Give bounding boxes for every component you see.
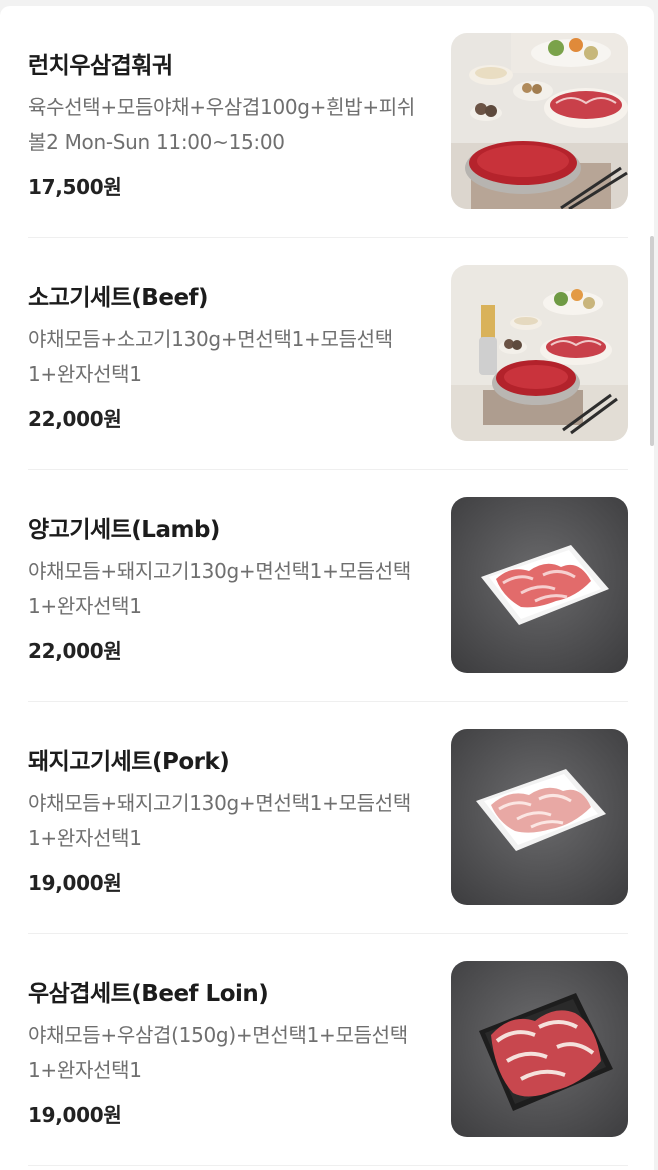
menu-item-description: 육수선택+모듬야채+우삼겹100g+흰밥+피쉬볼2 Mon-Sun 11:00~…: [28, 95, 416, 154]
lamb-slices-plate-photo[interactable]: [451, 497, 628, 673]
scrollbar[interactable]: [650, 236, 654, 446]
menu-item-price: 17,500원: [28, 175, 122, 199]
beef-hotpot-set-photo[interactable]: [451, 265, 628, 441]
menu-item-title: 양고기세트(Lamb): [28, 517, 220, 543]
beef-loin-slices-photo[interactable]: [451, 961, 628, 1137]
menu-item-price: 22,000원: [28, 407, 122, 431]
menu-card: 런치우삼겹훠궈 육수선택+모듬야채+우삼겹100g+흰밥+피쉬볼2 Mon-Su…: [0, 6, 654, 1170]
menu-item-pork-set[interactable]: 돼지고기세트(Pork) 야채모듬+돼지고기130g+면선택1+모듬선택1+완자…: [28, 702, 628, 934]
menu-item-beef-set[interactable]: 소고기세트(Beef) 야채모듬+소고기130g+면선택1+모듬선택1+완자선택…: [28, 238, 628, 470]
menu-item-description: 야채모듬+소고기130g+면선택1+모듬선택1+완자선택1: [28, 327, 393, 386]
pork-slices-plate-photo[interactable]: [451, 729, 628, 905]
menu-item-title: 소고기세트(Beef): [28, 285, 209, 311]
menu-page: 런치우삼겹훠궈 육수선택+모듬야채+우삼겹100g+흰밥+피쉬볼2 Mon-Su…: [0, 0, 658, 1170]
menu-item-description: 야채모듬+돼지고기130g+면선택1+모듬선택1+완자선택1: [28, 791, 411, 850]
menu-item-description: 야채모듬+우삼겹(150g)+면선택1+모듬선택1+완자선택1: [28, 1023, 408, 1082]
menu-item-price: 19,000원: [28, 871, 122, 895]
menu-item-title: 우삼겹세트(Beef Loin): [28, 981, 269, 1007]
menu-item-title: 돼지고기세트(Pork): [28, 749, 230, 775]
menu-item-lunch-hotpot[interactable]: 런치우삼겹훠궈 육수선택+모듬야채+우삼겹100g+흰밥+피쉬볼2 Mon-Su…: [28, 6, 628, 238]
menu-item-price: 22,000원: [28, 639, 122, 663]
menu-item-price: 19,000원: [28, 1103, 122, 1127]
menu-item-title: 런치우삼겹훠궈: [28, 53, 173, 79]
hotpot-table-spread-photo[interactable]: [451, 33, 628, 209]
menu-item-description: 야채모듬+돼지고기130g+면선택1+모듬선택1+완자선택1: [28, 559, 411, 618]
menu-item-lamb-set[interactable]: 양고기세트(Lamb) 야채모듬+돼지고기130g+면선택1+모듬선택1+완자선…: [28, 470, 628, 702]
menu-item-beef-loin-set[interactable]: 우삼겹세트(Beef Loin) 야채모듬+우삼겹(150g)+면선택1+모듬선…: [28, 934, 628, 1166]
